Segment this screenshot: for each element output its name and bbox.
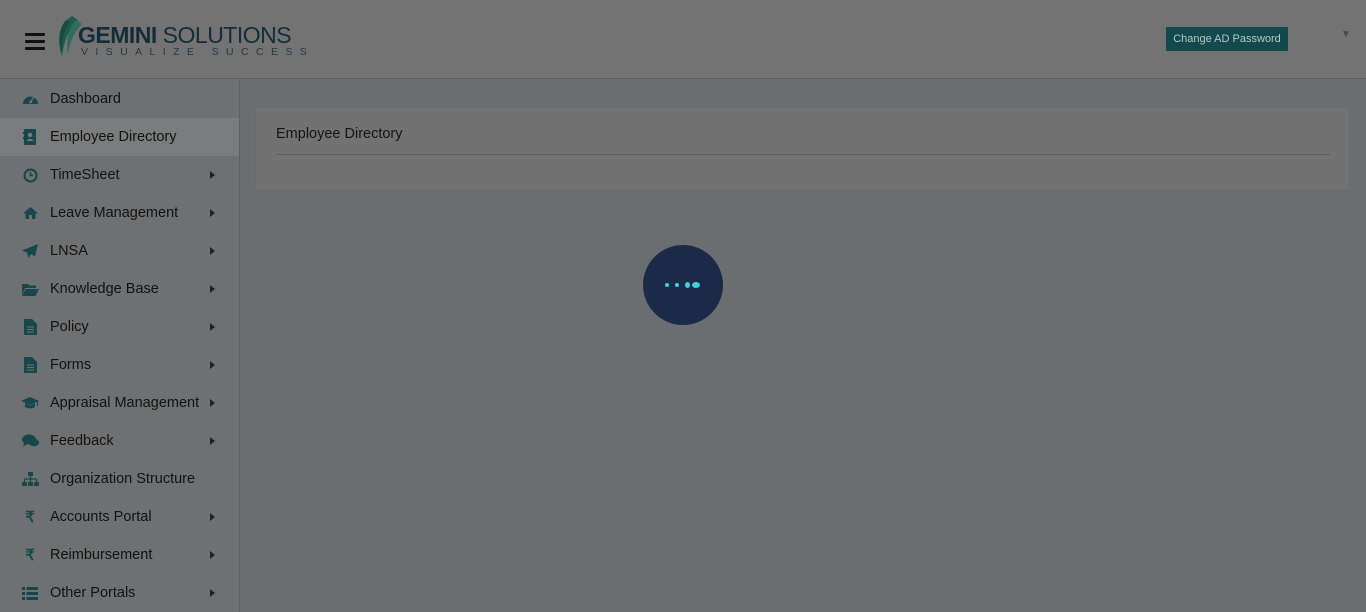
top-header: GEMINI SOLUTIONS VISUALIZE SUCCESS Chang…: [0, 0, 1366, 79]
sidebar-item-employee-directory[interactable]: Employee Directory: [0, 118, 239, 156]
rupee-icon: ₹: [25, 509, 35, 526]
sidebar-item-label: Policy: [50, 319, 89, 335]
sidebar-item-label: Other Portals: [50, 585, 136, 601]
sidebar-item-label: Dashboard: [50, 90, 121, 107]
hamburger-menu-icon[interactable]: [25, 33, 45, 51]
caret-down-icon[interactable]: ▼: [1341, 29, 1351, 40]
sidebar-item-other-portals[interactable]: Other Portals: [0, 574, 239, 612]
home-icon: [21, 205, 39, 221]
sidebar-item-feedback[interactable]: Feedback: [0, 422, 239, 460]
sidebar-item-label: Leave Management: [50, 205, 179, 221]
sitemap-icon: [21, 471, 39, 487]
sidebar-item-organization-structure[interactable]: Organization Structure: [0, 460, 239, 498]
chevron-right-icon: [210, 361, 215, 369]
sidebar-item-label: Organization Structure: [50, 471, 196, 487]
rupee-icon: ₹: [25, 547, 35, 564]
chevron-right-icon: [210, 247, 215, 255]
clock-icon: [21, 167, 39, 183]
sidebar-item-label: Accounts Portal: [50, 509, 152, 525]
sidebar-item-dashboard[interactable]: Dashboard: [0, 79, 239, 118]
chevron-right-icon: [210, 323, 215, 331]
file-text-icon: [21, 319, 39, 335]
sidebar-item-appraisal-management[interactable]: Appraisal Management: [0, 384, 239, 422]
chevron-right-icon: [210, 513, 215, 521]
chevron-right-icon: [210, 285, 215, 293]
sidebar-item-label: Forms: [50, 357, 92, 373]
sidebar-item-label: LNSA: [50, 243, 88, 259]
sidebar-item-label: Employee Directory: [50, 129, 177, 145]
sidebar-item-reimbursement[interactable]: ₹ Reimbursement: [0, 536, 239, 574]
sidebar-item-label: TimeSheet: [50, 167, 120, 183]
company-logo[interactable]: GEMINI SOLUTIONS VISUALIZE SUCCESS: [54, 14, 307, 62]
sidebar-item-policy[interactable]: Policy: [0, 308, 239, 346]
change-ad-password-button[interactable]: Change AD Password: [1166, 27, 1288, 51]
chevron-right-icon: [210, 589, 215, 597]
tachometer-icon: [21, 91, 39, 107]
sidebar-item-timesheet[interactable]: TimeSheet: [0, 156, 239, 194]
sidebar-item-label: Appraisal Management: [50, 395, 200, 411]
sidebar-nav: Dashboard Employee Directory TimeSheet L…: [0, 79, 240, 612]
list-icon: [21, 585, 39, 601]
folder-open-icon: [21, 281, 39, 297]
chevron-right-icon: [210, 437, 215, 445]
sidebar-item-forms[interactable]: Forms: [0, 346, 239, 384]
sidebar-item-knowledge-base[interactable]: Knowledge Base: [0, 270, 239, 308]
sidebar-item-lnsa[interactable]: LNSA: [0, 232, 239, 270]
address-book-icon: [21, 129, 39, 145]
comments-icon: [21, 433, 39, 449]
divider: [276, 154, 1330, 155]
sidebar-item-label: Feedback: [50, 433, 114, 449]
page-title: Employee Directory: [276, 126, 403, 142]
sidebar-item-leave-management[interactable]: Leave Management: [0, 194, 239, 232]
chevron-right-icon: [210, 551, 215, 559]
sidebar-item-label: Knowledge Base: [50, 281, 159, 297]
paper-plane-icon: [21, 243, 39, 259]
file-text-icon: [21, 357, 39, 373]
sidebar-item-accounts-portal[interactable]: ₹ Accounts Portal: [0, 498, 239, 536]
content-panel: Employee Directory: [255, 107, 1350, 191]
brand-tagline: VISUALIZE SUCCESS: [81, 46, 315, 58]
chevron-right-icon: [210, 171, 215, 179]
brand-name: GEMINI SOLUTIONS: [78, 22, 292, 48]
graduation-cap-icon: [21, 395, 39, 411]
loading-dots-icon: [643, 245, 723, 325]
sidebar-item-label: Reimbursement: [50, 547, 153, 563]
chevron-right-icon: [210, 399, 215, 407]
chevron-right-icon: [210, 209, 215, 217]
